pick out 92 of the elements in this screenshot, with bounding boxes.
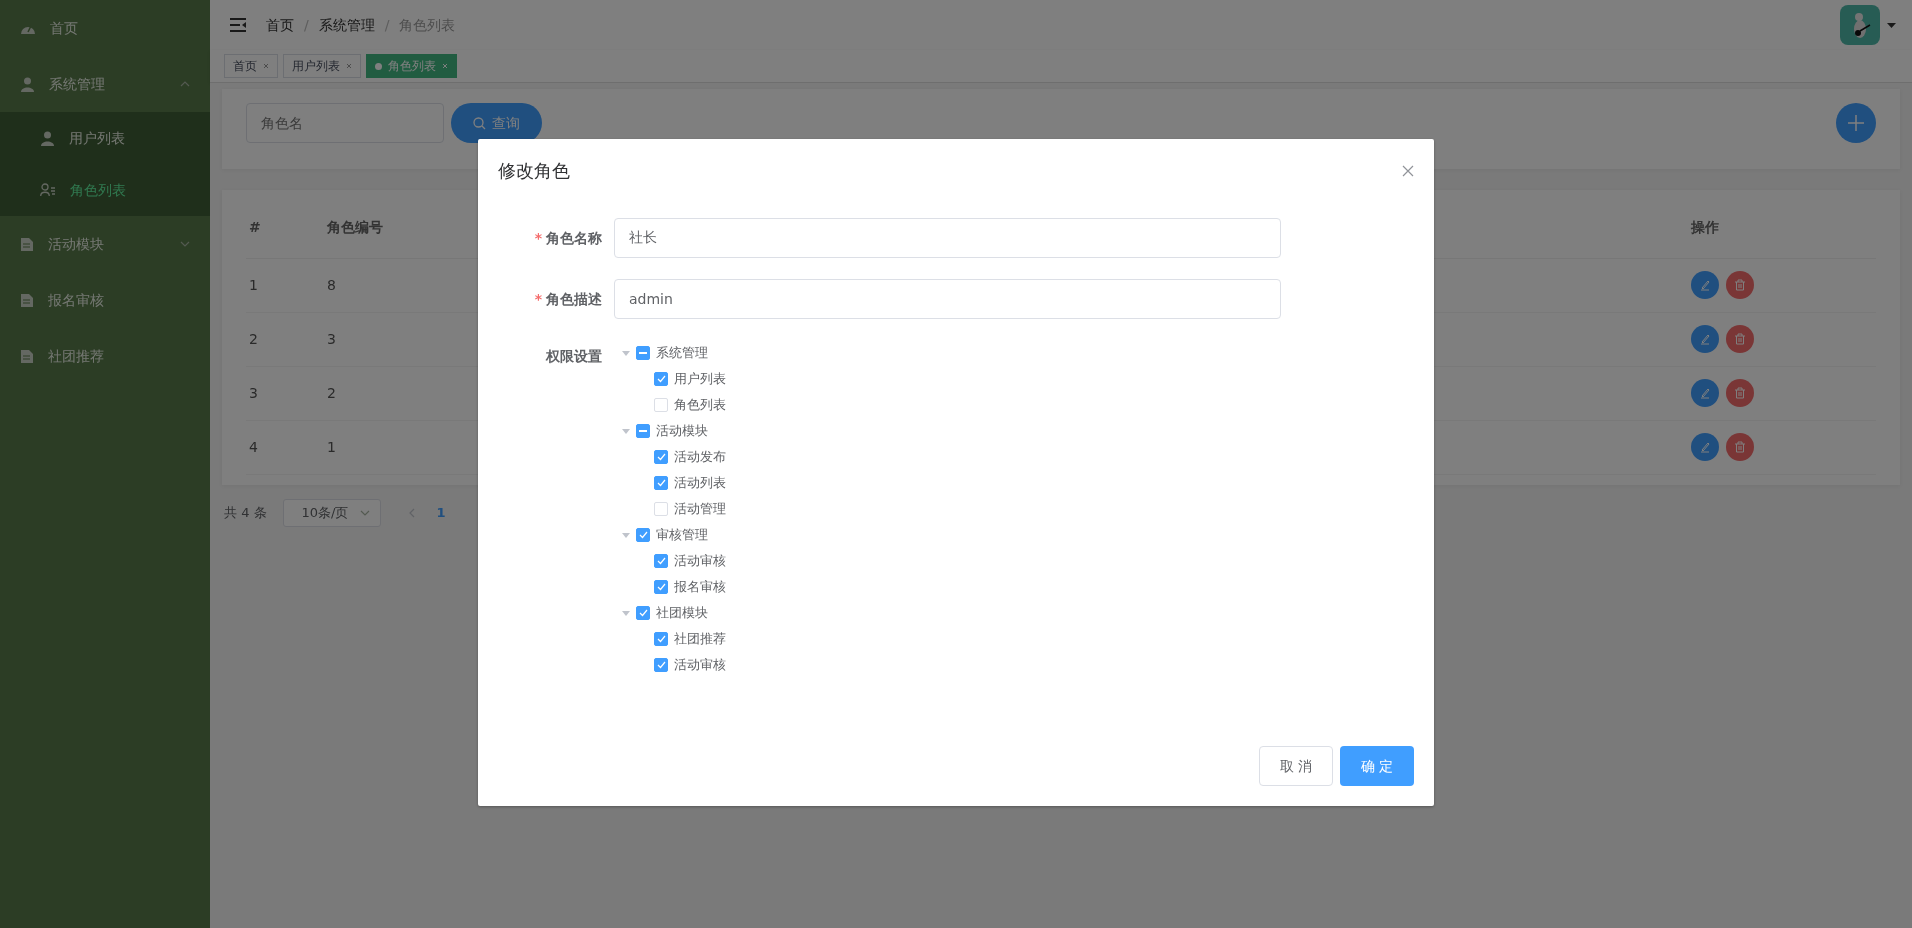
menu-label: 社团推荐 — [48, 346, 104, 366]
close-icon[interactable] — [346, 63, 352, 69]
delete-button[interactable] — [1726, 325, 1754, 353]
breadcrumb-item[interactable]: 首页 — [266, 14, 294, 36]
table-cell: 1 — [246, 258, 326, 312]
edit-button[interactable] — [1691, 271, 1719, 299]
breadcrumb-separator: / — [304, 15, 309, 35]
tree-label: 活动审核 — [674, 552, 726, 571]
delete-button[interactable] — [1726, 271, 1754, 299]
tree-label: 社团模块 — [656, 604, 708, 623]
person-icon — [40, 130, 55, 146]
edit-button[interactable] — [1691, 379, 1719, 407]
caret-icon[interactable] — [1887, 22, 1896, 28]
table-cell: 4 — [246, 420, 326, 474]
checkbox[interactable] — [636, 424, 650, 438]
menu-label: 首页 — [50, 18, 78, 38]
tree-label: 审核管理 — [656, 526, 708, 545]
pencil-icon — [1699, 441, 1711, 453]
tree-label: 活动管理 — [674, 500, 726, 519]
table-cell: 3 — [246, 366, 326, 420]
field-label: 角色名称 — [546, 228, 602, 248]
breadcrumb-item[interactable]: 系统管理 — [318, 14, 375, 36]
expand-caret-icon[interactable] — [622, 610, 630, 616]
plus-icon — [1847, 114, 1865, 132]
input-field[interactable]: admin — [614, 279, 1281, 319]
field-label: 角色描述 — [546, 289, 602, 309]
cancel-button[interactable]: 取 消 — [1259, 746, 1333, 786]
trash-icon — [1734, 387, 1746, 399]
search-icon — [473, 116, 486, 130]
document-icon — [20, 236, 34, 252]
column-header: # — [246, 198, 326, 258]
sidebar-item[interactable]: 首页 — [0, 0, 210, 56]
menu-label: 系统管理 — [49, 74, 105, 94]
tree-label: 活动审核 — [674, 656, 726, 675]
add-button[interactable] — [1836, 103, 1876, 143]
menu-label: 报名审核 — [48, 290, 104, 310]
tab[interactable]: 首页 — [224, 54, 278, 78]
tree-label: 用户列表 — [674, 370, 726, 389]
menu-label: 活动模块 — [48, 234, 104, 254]
submenu-item[interactable]: 角色列表 — [0, 164, 210, 216]
tree-label: 活动模块 — [656, 422, 708, 441]
table-cell: 2 — [246, 312, 326, 366]
expand-caret-icon[interactable] — [622, 428, 630, 434]
input-field[interactable]: 社长 — [614, 218, 1281, 258]
pencil-icon — [1699, 279, 1711, 291]
delete-button[interactable] — [1726, 433, 1754, 461]
confirm-button[interactable]: 确 定 — [1340, 746, 1414, 786]
breadcrumb-separator: / — [384, 15, 390, 35]
page-size-select[interactable]: 10条/页 — [282, 498, 381, 527]
tree-label: 报名审核 — [674, 578, 726, 597]
expand-caret-icon[interactable] — [622, 532, 630, 538]
sidebar-item[interactable]: 活动模块 — [0, 216, 210, 272]
trash-icon — [1734, 279, 1746, 291]
total-count: 共 4 条 — [224, 503, 267, 522]
edit-button[interactable] — [1691, 433, 1719, 461]
sidebar-item[interactable]: 报名审核 — [0, 272, 210, 328]
page-number[interactable]: 1 — [430, 501, 452, 524]
close-icon[interactable] — [263, 63, 269, 69]
search-field[interactable]: 角色名 — [246, 103, 444, 143]
required-mark: * — [534, 228, 542, 248]
column-header: 操作 — [1690, 198, 1876, 258]
tree-label: 系统管理 — [656, 344, 708, 363]
tree-label: 活动发布 — [674, 448, 726, 467]
edit-button[interactable] — [1691, 325, 1719, 353]
document-icon — [20, 348, 34, 364]
expand-caret-icon[interactable] — [622, 350, 630, 356]
search-button[interactable]: 查询 — [451, 103, 542, 143]
tree-label: 角色列表 — [674, 396, 726, 415]
status-dot — [375, 62, 382, 70]
document-icon — [20, 292, 34, 308]
pencil-icon — [1699, 333, 1711, 345]
tree-label: 活动列表 — [674, 474, 726, 493]
tab[interactable]: 角色列表 — [366, 54, 457, 78]
tree-label: 社团推荐 — [674, 630, 726, 649]
delete-button[interactable] — [1726, 379, 1754, 407]
chevron-down-icon — [359, 509, 370, 516]
person-icon — [20, 76, 35, 92]
sidebar-item[interactable]: 社团推荐 — [0, 328, 210, 384]
dialog-title: 修改角色 — [498, 159, 570, 183]
checkbox[interactable] — [636, 346, 650, 360]
submenu-item[interactable]: 用户列表 — [0, 112, 210, 164]
tab[interactable]: 用户列表 — [283, 54, 361, 78]
menu-icon[interactable] — [230, 18, 246, 32]
field-label: 权限设置 — [545, 347, 603, 366]
trash-icon — [1734, 333, 1746, 345]
required-mark: * — [534, 289, 542, 309]
previous-page-icon[interactable] — [408, 507, 415, 518]
trash-icon — [1734, 441, 1746, 453]
people-icon — [40, 183, 56, 197]
pencil-icon — [1699, 387, 1711, 399]
sidebar-item[interactable]: 系统管理 — [0, 56, 210, 112]
close-icon[interactable] — [1402, 164, 1414, 177]
